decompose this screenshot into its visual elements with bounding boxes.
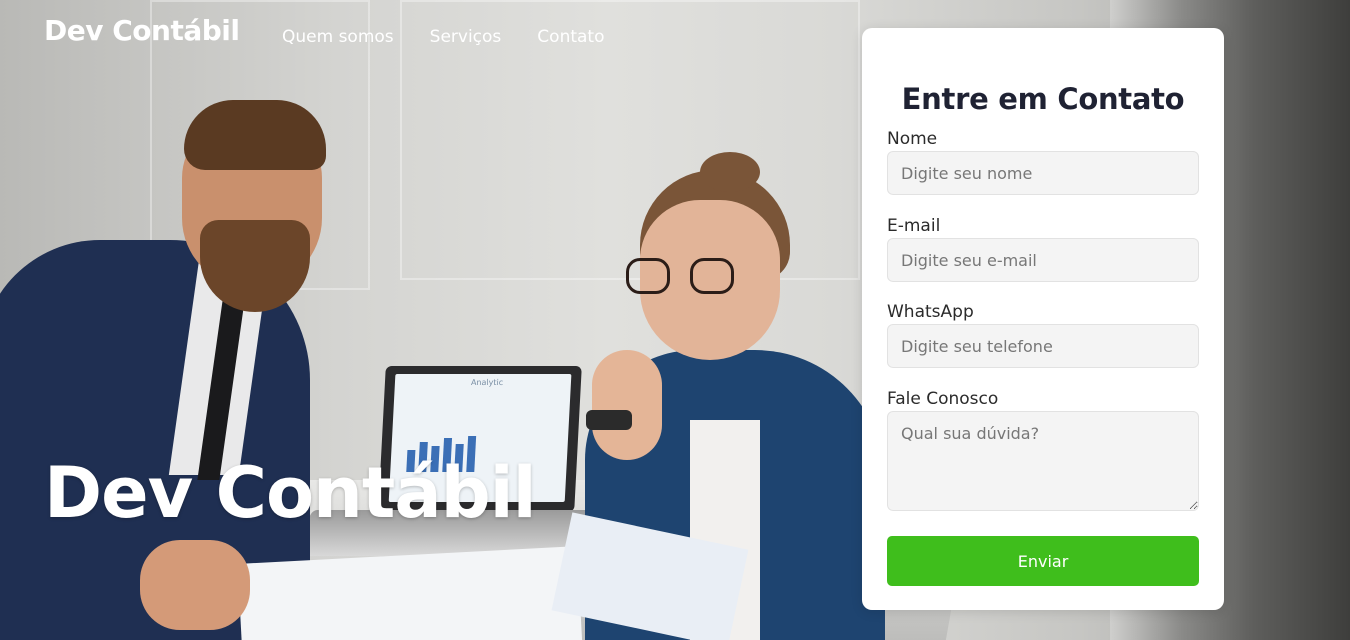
nav-item-contato[interactable]: Contato	[537, 27, 604, 47]
woman-hair-bun	[700, 152, 760, 192]
main-nav: Quem somos Serviços Contato	[282, 27, 605, 47]
contact-form-title: Entre em Contato	[901, 82, 1185, 116]
whatsapp-input[interactable]	[887, 324, 1199, 368]
watch-icon	[586, 410, 632, 430]
submit-button[interactable]: Enviar	[887, 536, 1199, 586]
man-hand	[140, 540, 250, 630]
man-hair	[184, 100, 326, 170]
nav-item-servicos[interactable]: Serviços	[430, 27, 502, 47]
name-label: Nome	[887, 129, 938, 149]
whatsapp-label: WhatsApp	[887, 302, 974, 322]
message-textarea[interactable]	[887, 411, 1199, 511]
site-logo[interactable]: Dev Contábil	[44, 14, 240, 47]
name-input[interactable]	[887, 151, 1199, 195]
nav-item-quem-somos[interactable]: Quem somos	[282, 27, 394, 47]
laptop-screen-text: Analytic	[470, 378, 504, 387]
email-label: E-mail	[887, 216, 941, 236]
message-label: Fale Conosco	[887, 389, 999, 409]
email-input[interactable]	[887, 238, 1199, 282]
paper-document	[237, 546, 583, 640]
woman-hand	[592, 350, 662, 460]
hero-title: Dev Contábil	[44, 452, 537, 534]
glasses-icon	[626, 258, 756, 298]
contact-form-card: Entre em Contato Nome E-mail WhatsApp Fa…	[862, 28, 1224, 610]
